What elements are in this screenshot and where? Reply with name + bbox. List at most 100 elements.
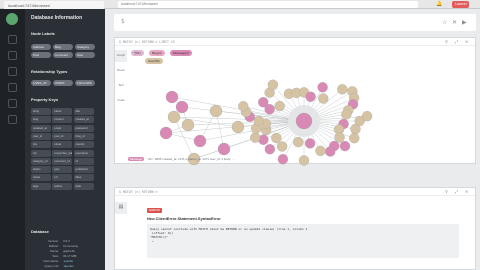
property-key-chip[interactable]: views (31, 174, 51, 182)
graph-node[interactable] (274, 100, 285, 112)
tab-code[interactable]: Code (115, 95, 127, 107)
cloud-icon[interactable] (8, 83, 17, 92)
star-icon[interactable] (8, 51, 17, 60)
property-key-chip[interactable]: user_id (31, 132, 51, 140)
property-key-chip[interactable]: tags (31, 182, 51, 190)
graph-node[interactable] (175, 100, 189, 114)
legend-label-message[interactable]: Message(2) (170, 50, 192, 56)
graph-node[interactable] (304, 138, 316, 149)
property-key-chip[interactable]: title (73, 108, 94, 115)
property-key-chip[interactable]: zip (31, 149, 51, 157)
property-key-chip[interactable]: blog_id (73, 132, 94, 140)
browser-tab[interactable]: localhost:7474/browser/ (4, 1, 104, 9)
property-key-chip[interactable]: category_id (31, 157, 51, 165)
property-key-chip[interactable]: url (52, 174, 73, 182)
node-label-chip[interactable]: Blog (53, 44, 73, 50)
property-key-chip[interactable]: email (52, 124, 73, 132)
tab-graph[interactable]: Graph (115, 50, 127, 62)
property-key-chip[interactable]: password (73, 124, 94, 132)
property-key-chip[interactable]: updated_at (31, 124, 51, 132)
graph-node[interactable] (159, 126, 173, 140)
property-key-chip[interactable]: username (73, 149, 94, 157)
graph-node[interactable] (334, 132, 345, 143)
property-key-chip[interactable]: likes (73, 174, 94, 182)
graph-node[interactable] (258, 97, 269, 108)
graph-node[interactable] (293, 137, 304, 148)
address-bar[interactable]: localhost:7474/browser/ (118, 1, 418, 8)
property-key-chip[interactable]: created_at (73, 116, 94, 124)
property-key-chip[interactable]: published (73, 166, 94, 174)
property-key-chip[interactable]: remember_token (52, 149, 73, 157)
node-label-chip[interactable]: Address (31, 44, 51, 50)
frame-command[interactable]: $ MATCH (n) RETURN n LIMIT 25 (119, 40, 175, 44)
graph-node[interactable] (181, 118, 195, 132)
graph-node[interactable] (167, 110, 181, 124)
database-icon[interactable] (8, 35, 17, 44)
graph-node[interactable] (253, 115, 265, 127)
gear-icon[interactable] (8, 99, 17, 108)
graph-node[interactable] (315, 145, 326, 156)
property-key-chip[interactable]: country (73, 141, 94, 149)
graph-node[interactable] (209, 104, 223, 118)
graph-node[interactable] (305, 91, 316, 102)
graph-node[interactable] (298, 155, 310, 166)
graph-node[interactable] (325, 146, 336, 157)
graph-visualization[interactable] (128, 58, 381, 191)
tab-text[interactable]: Text (115, 80, 127, 92)
node-label-chip[interactable]: Comment (53, 52, 73, 58)
property-key-chip[interactable]: type (52, 166, 73, 174)
star-icon[interactable]: ☆ (442, 19, 447, 26)
property-key-chip[interactable]: comment_id (52, 157, 73, 165)
graph-node[interactable] (165, 90, 179, 104)
query-editor[interactable]: $ ☆ ✕ ▶ (114, 14, 476, 31)
property-key-chip[interactable]: date (73, 182, 94, 190)
property-key-chip[interactable]: author (52, 182, 73, 190)
graph-node-selected[interactable] (295, 112, 313, 130)
graph-node[interactable] (349, 133, 360, 144)
node-label-chip[interactable]: User (75, 52, 95, 58)
node-label-chip[interactable]: Post (31, 52, 51, 58)
property-key-chip[interactable]: content (52, 116, 73, 124)
graph-node[interactable] (231, 120, 245, 134)
property-key-chip[interactable]: slug (31, 116, 51, 124)
relationship-type-chip[interactable]: OWNS (53, 80, 73, 86)
tab-rows[interactable]: Rows (115, 65, 127, 77)
legend-label-all[interactable]: *(61) (131, 50, 144, 56)
graph-node[interactable] (276, 141, 288, 152)
graph-node[interactable] (277, 154, 289, 165)
graph-node[interactable] (337, 84, 348, 95)
property-key-chip[interactable]: post_id (52, 132, 73, 140)
property-key-chip[interactable]: city (31, 141, 51, 149)
property-key-chip[interactable]: name (52, 108, 73, 115)
graph-node[interactable] (250, 132, 261, 143)
graph-node[interactable] (339, 140, 351, 152)
run-icon[interactable]: ▶ (462, 19, 467, 26)
bell-icon[interactable]: 🔔 (436, 1, 444, 8)
close-icon[interactable]: ✕ (465, 39, 468, 44)
graph-node[interactable] (341, 109, 352, 120)
graph-node[interactable] (361, 111, 373, 122)
expand-icon[interactable]: ⤢ (455, 39, 458, 44)
legend-label-blog[interactable]: Blog(3) (149, 50, 165, 56)
graph-node[interactable] (318, 93, 329, 104)
graph-node[interactable] (193, 134, 207, 148)
property-key-chip[interactable]: id (73, 157, 94, 165)
document-icon[interactable] (8, 67, 17, 76)
graph-node[interactable] (267, 79, 279, 90)
graph-node[interactable] (271, 132, 282, 144)
graph-node[interactable] (350, 123, 361, 135)
document-icon[interactable]: ▤ (115, 202, 127, 214)
info-icon[interactable] (8, 115, 17, 124)
graph-node[interactable] (217, 142, 231, 156)
property-key-chip[interactable]: street (52, 141, 73, 149)
pin-icon[interactable]: ⚲ (445, 39, 448, 44)
close-icon[interactable]: ✕ (465, 189, 468, 194)
extension-button[interactable]: Laravel (452, 1, 470, 8)
node-label-chip[interactable]: Category (75, 44, 95, 50)
frame-command[interactable]: $ MATCH (n) RETURN n (119, 190, 157, 194)
pin-icon[interactable]: ⚲ (445, 189, 448, 194)
property-key-chip[interactable]: body (31, 108, 51, 115)
relationship-type-chip[interactable]: FOLLOWS (75, 80, 95, 86)
relationship-type-chip[interactable]: LIVES_AT (31, 80, 51, 86)
clear-icon[interactable]: ✕ (452, 19, 457, 26)
